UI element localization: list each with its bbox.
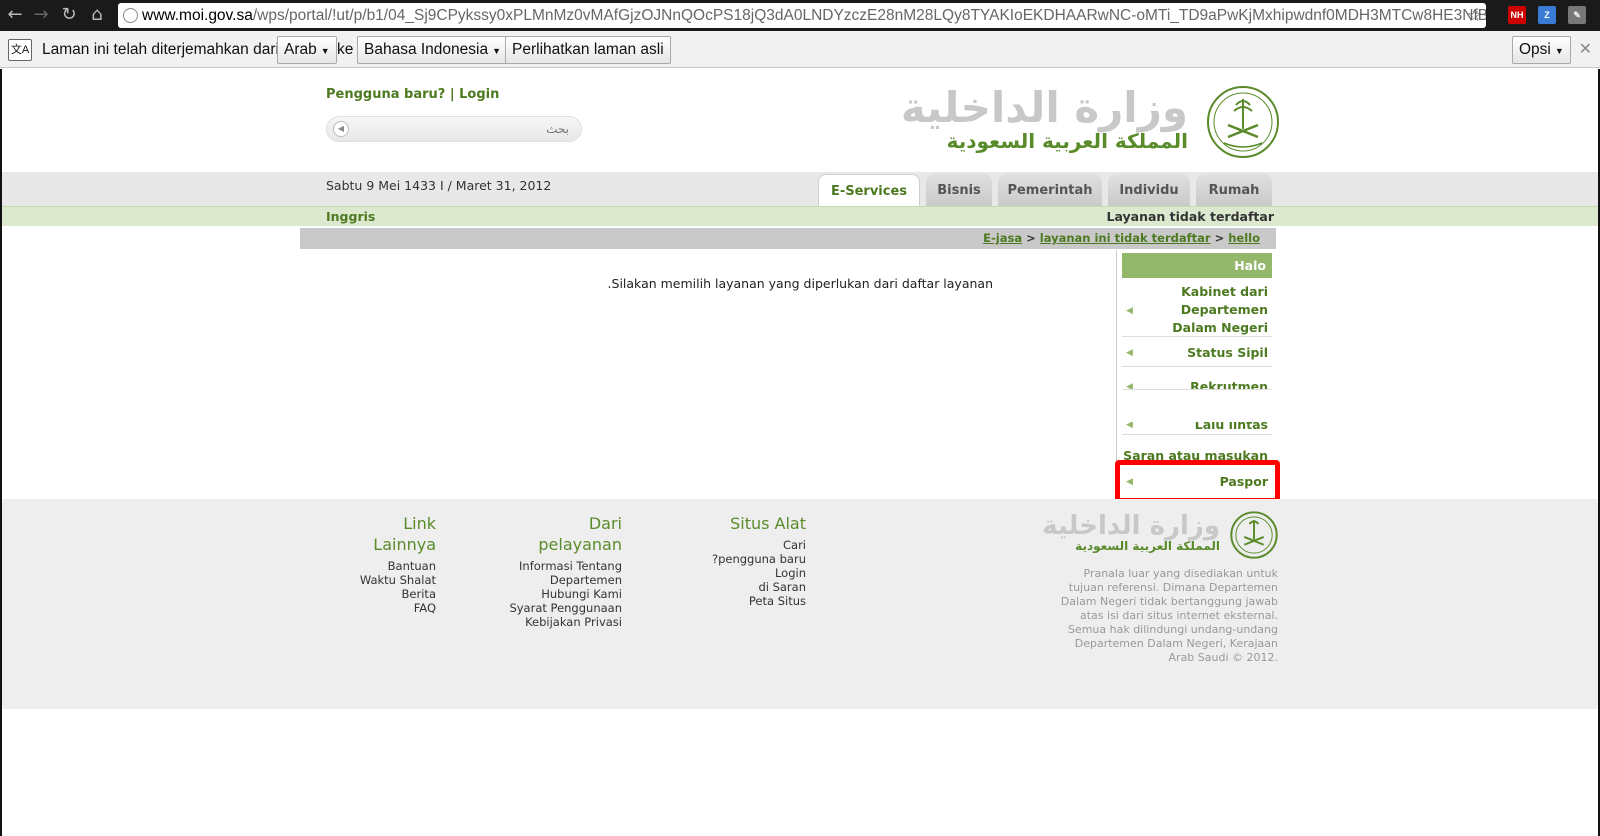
footer-link[interactable]: Berita (336, 587, 436, 601)
from-language-select[interactable]: Arab ▼ (277, 36, 337, 64)
breadcrumb: E-jasa > layanan ini tidak terdaftar > h… (300, 228, 1276, 249)
back-icon[interactable]: ← (4, 4, 26, 26)
extension-icon-2[interactable]: Z (1538, 6, 1556, 24)
arrow-left-icon: ◀ (1126, 348, 1133, 358)
bookmark-star-icon[interactable]: ☆ (1467, 3, 1482, 28)
side-item-label: Rekrutmen (1190, 379, 1268, 390)
side-item-civil-status[interactable]: ◀ Status Sipil (1122, 342, 1272, 367)
breadcrumb-separator: > (1026, 231, 1036, 245)
service-instruction: .Silakan memilih layanan yang diperlukan… (607, 276, 993, 291)
footer-col-title: Situs Alat (730, 514, 806, 533)
to-language-select[interactable]: Bahasa Indonesia ▼ (357, 36, 509, 64)
logo-subtitle: المملكة العربية السعودية (946, 129, 1188, 153)
translate-icon: 文A (8, 39, 32, 61)
from-language-value: Arab (284, 41, 317, 58)
url-host: www.moi.gov.sa (142, 7, 253, 24)
globe-icon (123, 8, 138, 23)
chevron-down-icon: ▼ (492, 46, 502, 56)
page-content: Pengguna baru? | Login ◀ وزارة الداخلية … (0, 69, 1600, 836)
side-item-passport[interactable]: ◀ Paspor (1122, 473, 1272, 491)
tab-individu[interactable]: Individu (1108, 174, 1190, 207)
search-box: ◀ (326, 116, 582, 142)
arrow-left-icon: ◀ (1126, 477, 1133, 487)
side-item-traffic[interactable]: ◀ Lalu lintas (1122, 422, 1272, 435)
date-display: Sabtu 9 Mei 1433 I / Maret 31, 2012 (326, 178, 552, 193)
footer-link[interactable]: Syarat Penggunaan (502, 601, 622, 615)
section-title: Layanan tidak terdaftar (1106, 209, 1274, 224)
tab-e-services[interactable]: E-Services (818, 174, 920, 207)
footer: Link Lainnya Bantuan Waktu Shalat Berita… (2, 499, 1598, 709)
browser-toolbar: ← → ↻ ⌂ www.moi.gov.sa/wps/portal/!ut/p/… (0, 0, 1600, 31)
new-user-link[interactable]: Pengguna baru? (326, 87, 445, 102)
footer-link[interactable]: Peta Situs (692, 594, 806, 608)
side-item-label: Lalu lintas (1194, 422, 1268, 432)
footer-link[interactable]: Hubungi Kami (502, 587, 622, 601)
translate-bar: 文A Laman ini telah diterjemahkan dari Ar… (0, 31, 1600, 68)
wrench-icon[interactable]: ✎ (1568, 6, 1586, 24)
side-item-label: Kabinet dari Departemen Dalam Negeri (1172, 284, 1268, 335)
emblem-icon (1207, 86, 1279, 158)
side-menu-heading: Halo (1122, 253, 1272, 278)
footer-logo: وزارة الداخلية المملكة العربية السعودية (1042, 511, 1278, 559)
footer-link[interactable]: Bantuan (336, 559, 436, 573)
english-link[interactable]: Inggris (326, 209, 375, 224)
language-strip: Inggris Layanan tidak terdaftar (2, 206, 1598, 226)
breadcrumb-hello[interactable]: hello (1228, 231, 1260, 245)
side-item-label: Status Sipil (1187, 345, 1268, 360)
home-icon[interactable]: ⌂ (86, 4, 108, 26)
breadcrumb-unregistered[interactable]: layanan ini tidak terdaftar (1040, 231, 1211, 245)
footer-disclaimer: Pranala luar yang disediakan untuk tujua… (1060, 567, 1278, 664)
tab-rumah[interactable]: Rumah (1196, 174, 1272, 207)
footer-link[interactable]: di Saran (692, 580, 806, 594)
login-link[interactable]: Login (459, 87, 499, 102)
ministry-logo[interactable]: وزارة الداخلية المملكة العربية السعودية (901, 83, 1280, 161)
footer-col-links: Link Lainnya Bantuan Waktu Shalat Berita… (336, 513, 436, 615)
link-separator: | (449, 87, 455, 102)
side-item-label: Paspor (1219, 474, 1268, 489)
footer-link[interactable]: Kebijakan Privasi (502, 615, 622, 629)
breadcrumb-e-jasa[interactable]: E-jasa (983, 231, 1022, 245)
search-input[interactable] (349, 120, 569, 138)
arrow-left-icon: ◀ (1126, 422, 1133, 430)
address-bar[interactable]: www.moi.gov.sa/wps/portal/!ut/p/b1/04_Sj… (118, 3, 1486, 28)
breadcrumb-separator: > (1214, 231, 1225, 245)
chevron-down-icon: ▼ (320, 46, 330, 56)
show-original-button[interactable]: Perlihatkan laman asli (505, 36, 671, 64)
footer-link[interactable]: ?pengguna baru (692, 552, 806, 566)
side-item-recruitment[interactable]: ◀ Rekrutmen (1122, 370, 1272, 390)
options-label: Opsi (1519, 41, 1551, 58)
footer-logo-title: وزارة الداخلية (1042, 511, 1220, 541)
footer-link[interactable]: Login (692, 566, 806, 580)
footer-link[interactable]: Informasi Tentang Departemen (502, 559, 622, 587)
reload-icon[interactable]: ↻ (58, 4, 80, 26)
footer-link[interactable]: Waktu Shalat (336, 573, 436, 587)
translate-to-word: ke (337, 41, 354, 58)
forward-icon[interactable]: → (30, 4, 52, 26)
tab-pemerintah[interactable]: Pemerintah (998, 174, 1102, 207)
translate-message: Laman ini telah diterjemahkan dari (42, 41, 279, 58)
highlight-box: ◀ Paspor (1115, 460, 1280, 503)
close-icon[interactable]: ✕ (1579, 31, 1592, 68)
options-button[interactable]: Opsi ▼ (1512, 36, 1571, 64)
search-arrow-icon[interactable]: ◀ (333, 121, 349, 137)
footer-col-title: Link Lainnya (373, 514, 436, 554)
footer-col-tools: Situs Alat Cari ?pengguna baru Login di … (692, 513, 806, 608)
footer-link[interactable]: Cari (692, 538, 806, 552)
extension-icon[interactable]: NH (1508, 6, 1526, 24)
to-language-value: Bahasa Indonesia (364, 41, 489, 58)
footer-link[interactable]: FAQ (336, 601, 436, 615)
footer-col-services: Dari pelayanan Informasi Tentang Departe… (502, 513, 622, 629)
user-links: Pengguna baru? | Login (326, 87, 499, 102)
url-path: /wps/portal/!ut/p/b1/04_Sj9CPykssy0xPLMn… (252, 7, 1486, 24)
tab-bisnis[interactable]: Bisnis (926, 174, 992, 207)
chevron-down-icon: ▼ (1554, 46, 1564, 56)
logo-title: وزارة الداخلية (900, 83, 1188, 132)
side-item-cabinet[interactable]: ◀ Kabinet dari Departemen Dalam Negeri (1122, 282, 1272, 337)
main-nav: Sabtu 9 Mei 1433 I / Maret 31, 2012 E-Se… (2, 172, 1598, 207)
footer-col-title: Dari pelayanan (538, 514, 622, 554)
footer-logo-subtitle: المملكة العربية السعودية (1075, 539, 1220, 553)
emblem-icon (1230, 511, 1278, 559)
arrow-left-icon: ◀ (1126, 382, 1133, 390)
arrow-left-icon: ◀ (1126, 306, 1133, 316)
